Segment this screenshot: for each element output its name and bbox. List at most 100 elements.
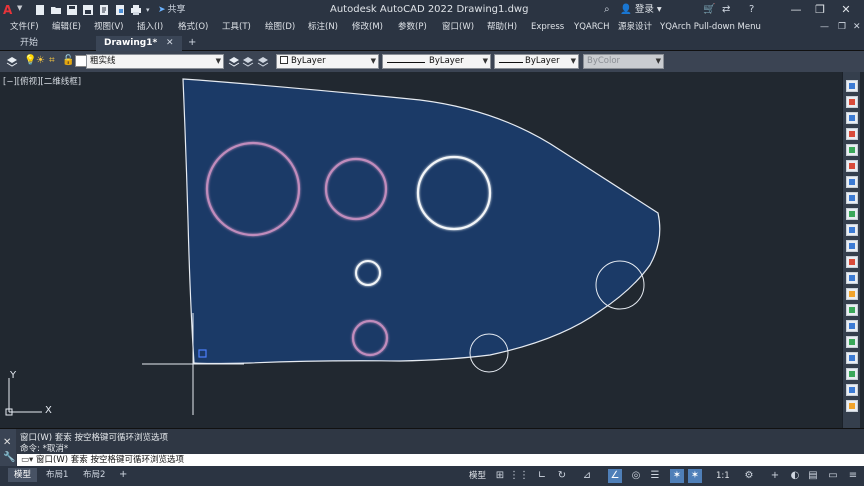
tool-icon-8[interactable] [846, 192, 858, 204]
isodraft-icon[interactable]: ⊿ [580, 469, 594, 483]
tool-icon-6[interactable] [846, 160, 858, 172]
tab-layout2[interactable]: 布局2 [77, 468, 111, 482]
tool-icon-7[interactable] [846, 176, 858, 188]
plus-icon[interactable]: + [768, 469, 782, 483]
qat-dropdown-icon[interactable]: ▾ [146, 4, 158, 16]
grid-icon[interactable]: ⊞ [493, 469, 507, 483]
help-icon[interactable]: ? [749, 3, 754, 17]
polar-tracking-icon[interactable]: ↻ [555, 469, 569, 483]
tool-icon-12[interactable] [846, 256, 858, 268]
tab-model[interactable]: 模型 [8, 468, 38, 482]
tool-icon-9[interactable] [846, 208, 858, 220]
close-icon[interactable]: ✕ [3, 437, 11, 448]
drawing-canvas[interactable]: Y X [0, 72, 842, 428]
plot-icon[interactable] [114, 4, 126, 16]
tool-icon-13[interactable] [846, 272, 858, 284]
tool-icon-14[interactable] [846, 288, 858, 300]
menu-format[interactable]: 格式(O) [178, 21, 208, 34]
infer-constraints-icon[interactable]: ∟ [535, 469, 549, 483]
print-icon[interactable] [130, 4, 142, 16]
tab-start[interactable]: 开始 [12, 36, 92, 51]
minimize-button[interactable]: — [788, 2, 804, 18]
command-prompt-icon[interactable]: ▭▾ [21, 455, 33, 465]
save-icon[interactable] [66, 4, 78, 16]
tool-icon-16[interactable] [846, 320, 858, 332]
isolate-objects-icon[interactable]: ◐ [788, 469, 802, 483]
auto-scale-icon[interactable]: ✶ [688, 469, 702, 483]
layer-previous-icon[interactable] [257, 55, 269, 67]
menu-yuanquan[interactable]: 源泉设计 [618, 21, 652, 34]
sun-icon[interactable]: ☀ [36, 55, 48, 67]
color-dropdown[interactable]: ByLayer ▼ [276, 54, 379, 69]
tab-close-icon[interactable]: ✕ [166, 36, 174, 50]
menu-window[interactable]: 窗口(W) [442, 21, 474, 34]
save-as-icon[interactable] [82, 4, 94, 16]
viewport-freeze-icon[interactable]: ⌗ [49, 55, 61, 67]
linetype-dropdown[interactable]: ByLayer ▼ [382, 54, 491, 69]
model-space-button[interactable]: 模型 [469, 469, 486, 483]
tool-icon-21[interactable] [846, 400, 858, 412]
search-icon[interactable]: ⌕ [604, 4, 610, 15]
menu-insert[interactable]: 插入(I) [137, 21, 163, 34]
tool-icon-3[interactable] [846, 112, 858, 124]
doc-minimize-button[interactable]: — [820, 21, 829, 34]
object-snap-icon[interactable]: ◎ [629, 469, 643, 483]
open-folder-icon[interactable] [50, 4, 62, 16]
tool-icon-10[interactable] [846, 224, 858, 236]
doc-close-button[interactable]: ✕ [853, 21, 861, 34]
layer-properties-icon[interactable] [6, 55, 18, 67]
menu-help[interactable]: 帮助(H) [487, 21, 517, 34]
lineweight-dropdown[interactable]: ByLayer ▼ [494, 54, 579, 69]
lock-icon[interactable]: 🔓 [62, 55, 74, 67]
autocad-logo-icon[interactable]: A [3, 3, 17, 17]
lineweight-toggle-icon[interactable]: ☰ [648, 469, 662, 483]
exchange-icon[interactable]: ⇄ [722, 3, 730, 17]
tab-layout1[interactable]: 布局1 [40, 468, 74, 482]
menu-dimension[interactable]: 标注(N) [308, 21, 338, 34]
tool-icon-20[interactable] [846, 384, 858, 396]
command-window-handle[interactable]: ✕ 🔧 [0, 429, 16, 467]
tool-icon-11[interactable] [846, 240, 858, 252]
lightbulb-icon[interactable]: 💡 [24, 55, 36, 67]
menu-parametric[interactable]: 参数(P) [398, 21, 427, 34]
gear-icon[interactable]: ⚙ [742, 469, 756, 483]
new-file-icon[interactable] [34, 4, 46, 16]
tool-icon-2[interactable] [846, 96, 858, 108]
hardware-acceleration-icon[interactable]: ▤ [806, 469, 820, 483]
publish-icon[interactable] [98, 4, 110, 16]
tool-icon-17[interactable] [846, 336, 858, 348]
snap-mode-icon[interactable]: ⋮⋮ [509, 469, 529, 483]
drawing-area[interactable]: Y X [−][俯视][二维线框] [0, 72, 842, 428]
app-menu-caret-icon[interactable]: ▼ [17, 4, 22, 12]
tool-icon-18[interactable] [846, 352, 858, 364]
tool-icon-19[interactable] [846, 368, 858, 380]
doc-restore-button[interactable]: ❐ [838, 21, 846, 34]
annotation-scale[interactable]: 1:1 [716, 469, 730, 483]
menu-file[interactable]: 文件(F) [10, 21, 39, 34]
menu-yqarch[interactable]: YQARCH [574, 21, 610, 34]
tool-icon-4[interactable] [846, 128, 858, 140]
customization-menu-icon[interactable]: ≡ [846, 469, 860, 483]
menu-yqarch-pulldown[interactable]: YQArch Pull-down Menu [660, 21, 761, 34]
clean-screen-icon[interactable]: ▭ [826, 469, 840, 483]
wrench-icon[interactable]: 🔧 [3, 452, 15, 463]
viewport-controls-label[interactable]: [−][俯视][二维线框] [3, 75, 81, 87]
tool-icon-1[interactable] [846, 80, 858, 92]
signin-button[interactable]: 👤 登录 ▾ [620, 3, 662, 17]
menu-draw[interactable]: 绘图(D) [265, 21, 295, 34]
restore-button[interactable]: ❐ [812, 2, 828, 18]
make-current-layer-icon[interactable] [228, 55, 240, 67]
add-layout-button[interactable]: + [113, 468, 133, 482]
annotation-visibility-icon[interactable]: ✶ [670, 469, 684, 483]
layer-dropdown[interactable]: 粗实线 ▼ [86, 54, 224, 69]
new-tab-button[interactable]: + [188, 36, 196, 50]
match-layer-icon[interactable] [242, 55, 254, 67]
close-button[interactable]: ✕ [838, 2, 854, 18]
share-button[interactable]: ➤ 共享 [158, 3, 186, 17]
main-outline-shape[interactable] [182, 78, 661, 365]
menu-tools[interactable]: 工具(T) [222, 21, 251, 34]
tool-icon-5[interactable] [846, 144, 858, 156]
menu-express[interactable]: Express [531, 21, 564, 34]
object-snap-tracking-icon[interactable]: ∠ [608, 469, 622, 483]
menu-view[interactable]: 视图(V) [94, 21, 123, 34]
